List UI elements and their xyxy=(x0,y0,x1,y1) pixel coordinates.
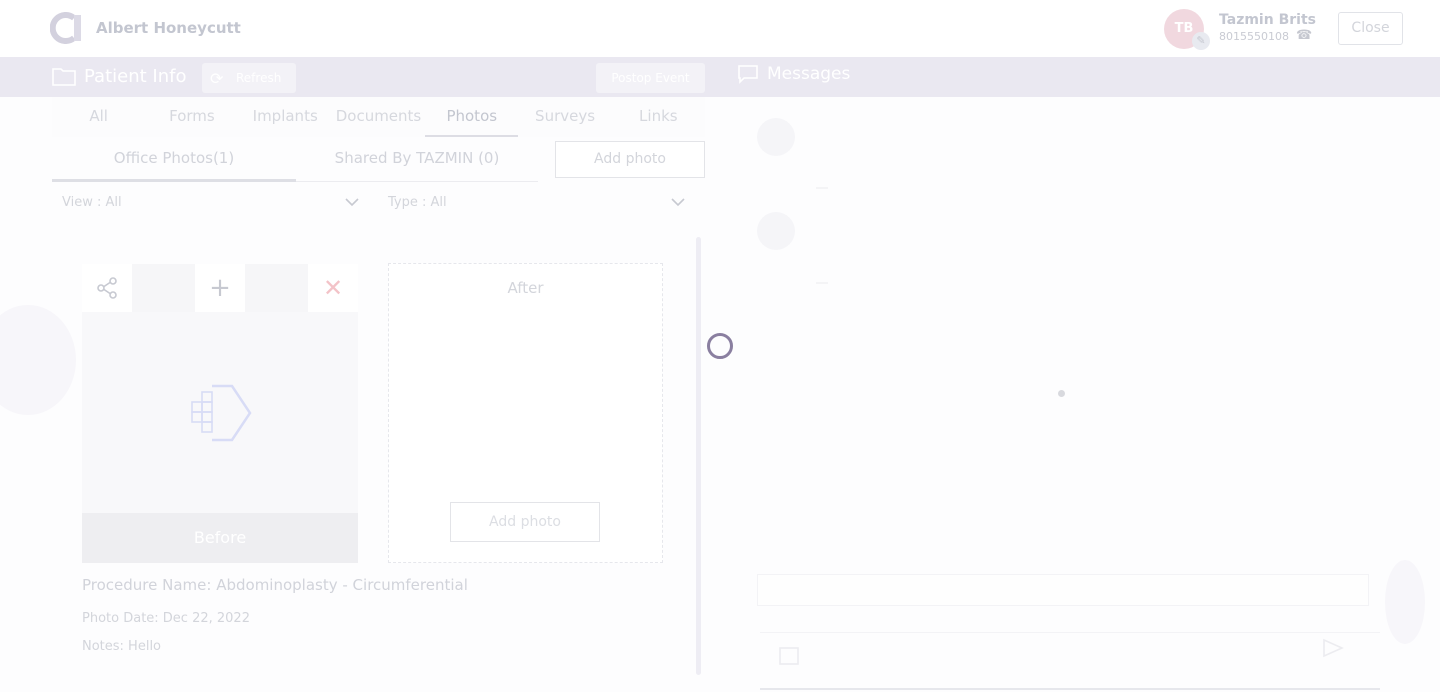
chevron-down-icon xyxy=(671,198,685,207)
message-compose-bar xyxy=(760,632,1380,688)
type-filter-select[interactable]: Type : All xyxy=(378,190,694,218)
close-button[interactable]: Close xyxy=(1338,12,1403,45)
scrollbar[interactable] xyxy=(696,237,701,675)
toolbar-gap xyxy=(132,264,195,312)
message-template-row[interactable] xyxy=(757,574,1369,606)
refresh-icon: ⟳ xyxy=(210,69,224,88)
postop-event-button[interactable]: Postop Event xyxy=(596,63,705,93)
folder-icon xyxy=(52,68,76,86)
pencil-icon[interactable]: ✎ xyxy=(1192,32,1210,50)
type-filter-label: Type : All xyxy=(388,195,447,210)
tab-photos[interactable]: Photos xyxy=(425,97,519,137)
image-placeholder-icon xyxy=(191,384,252,442)
chevron-down-icon xyxy=(345,198,359,207)
chat-bubble-icon xyxy=(738,65,758,84)
tab-links[interactable]: Links xyxy=(612,97,705,137)
message-avatar xyxy=(757,212,795,250)
before-label: Before xyxy=(82,513,358,563)
share-icon[interactable] xyxy=(82,264,132,312)
after-label: After xyxy=(507,279,544,297)
send-icon[interactable] xyxy=(1322,638,1344,658)
tab-office-photos[interactable]: Office Photos(1) xyxy=(52,140,296,182)
tab-all[interactable]: All xyxy=(52,97,145,137)
tab-shared-photos[interactable]: Shared By TAZMIN (0) xyxy=(296,140,538,182)
phone-icon[interactable]: ☎ xyxy=(1296,28,1312,43)
plus-icon[interactable]: + xyxy=(195,264,245,312)
tab-surveys[interactable]: Surveys xyxy=(518,97,611,137)
brand-logo xyxy=(50,12,81,44)
add-photo-button[interactable]: Add photo xyxy=(555,141,705,178)
procedure-name: Procedure Name: Abdominoplasty - Circumf… xyxy=(82,576,468,594)
compose-underline xyxy=(760,688,1380,690)
view-filter-label: View : All xyxy=(62,195,122,210)
user-phone: 8015550108 xyxy=(1219,30,1289,43)
tab-documents[interactable]: Documents xyxy=(332,97,425,137)
image-attach-icon[interactable] xyxy=(778,646,800,666)
add-after-photo-button[interactable]: Add photo xyxy=(450,502,600,542)
category-tabs: All Forms Implants Documents Photos Surveys Li… xyxy=(52,97,705,137)
loading-dot xyxy=(1058,390,1065,397)
message-line xyxy=(816,282,828,284)
toolbar-gap xyxy=(245,264,308,312)
photo-date: Photo Date: Dec 22, 2022 xyxy=(82,611,250,626)
photo-notes: Notes: Hello xyxy=(82,639,162,654)
background-shape xyxy=(1385,560,1425,644)
loading-spinner xyxy=(707,333,733,359)
background-shape xyxy=(0,305,76,415)
messages-title: Messages xyxy=(767,64,851,84)
message-line xyxy=(816,187,828,189)
close-icon[interactable]: ✕ xyxy=(308,264,358,312)
user-name: Tazmin Brits xyxy=(1219,12,1316,28)
view-filter-select[interactable]: View : All xyxy=(52,190,368,218)
message-avatar xyxy=(757,118,795,156)
tab-forms[interactable]: Forms xyxy=(145,97,238,137)
practice-name: Albert Honeycutt xyxy=(96,19,241,37)
tab-implants[interactable]: Implants xyxy=(239,97,332,137)
section-title: Patient Info xyxy=(84,66,187,87)
